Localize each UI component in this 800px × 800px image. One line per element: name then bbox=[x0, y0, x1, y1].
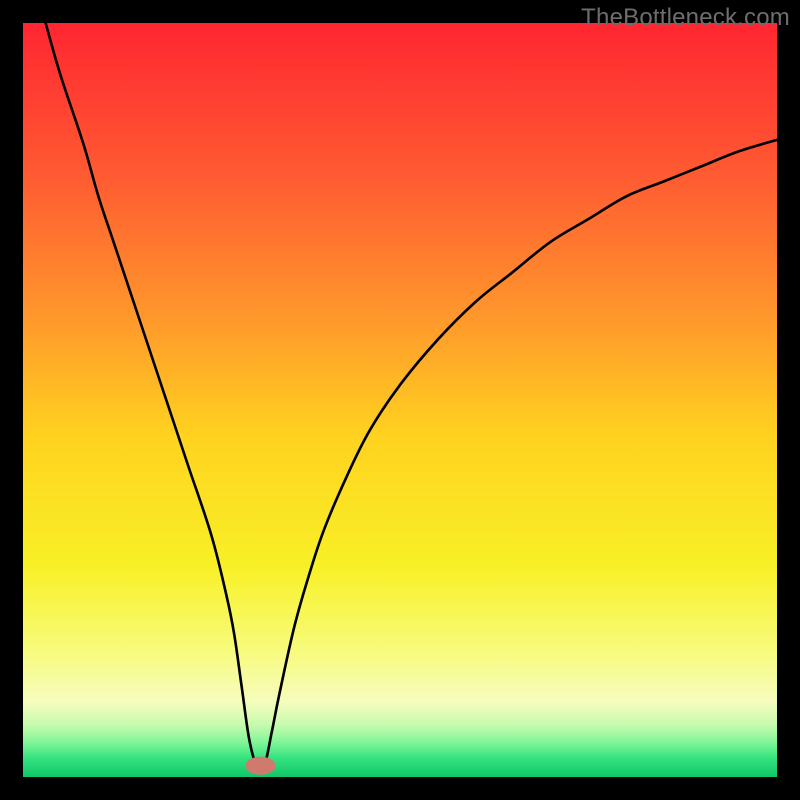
optimal-marker bbox=[245, 757, 275, 775]
bottleneck-chart bbox=[23, 23, 777, 777]
chart-frame: TheBottleneck.com bbox=[0, 0, 800, 800]
plot-background bbox=[23, 23, 777, 777]
watermark-text: TheBottleneck.com bbox=[581, 4, 790, 32]
